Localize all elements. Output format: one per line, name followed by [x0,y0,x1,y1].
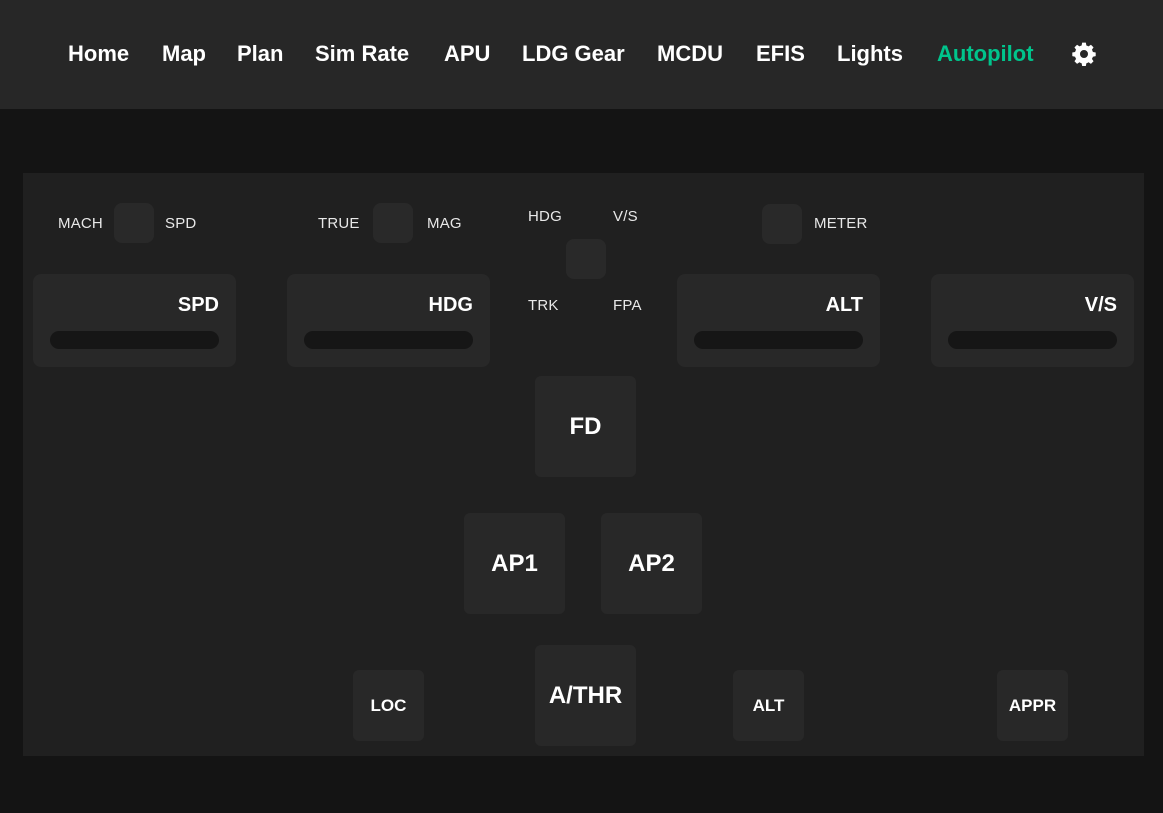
hdg-mode-label: HDG [528,208,562,225]
hdg-vs-trk-fpa-toggle[interactable] [566,239,606,279]
ap2-button[interactable]: AP2 [601,513,702,614]
alt-knob-box: ALT [677,274,880,367]
appr-button[interactable]: APPR [997,670,1068,741]
nav-item-lights[interactable]: Lights [837,40,903,68]
meter-toggle[interactable] [762,204,802,244]
alt-knob-title: ALT [825,294,863,316]
athr-button[interactable]: A/THR [535,645,636,746]
vs-selector-bar[interactable] [948,331,1117,349]
nav-item-efis[interactable]: EFIS [756,40,805,68]
loc-button[interactable]: LOC [353,670,424,741]
gear-icon[interactable] [1071,41,1097,67]
spd-selector-bar[interactable] [50,331,219,349]
nav-item-home[interactable]: Home [68,40,129,68]
vs-knob-box: V/S [931,274,1134,367]
spd-knob-box: SPD [33,274,236,367]
spd-toggle-label: SPD [165,215,197,232]
nav-item-map[interactable]: Map [162,40,206,68]
nav-item-ldg-gear[interactable]: LDG Gear [522,40,625,68]
hdg-knob-title: HDG [428,294,473,316]
top-nav-bar: Home Map Plan Sim Rate APU LDG Gear MCDU… [0,0,1163,109]
vs-mode-label: V/S [613,208,638,225]
mach-label: MACH [58,215,103,232]
fd-button[interactable]: FD [535,376,636,477]
trk-mode-label: TRK [528,297,559,314]
autopilot-panel: MACH SPD TRUE MAG HDG V/S TRK FPA METER … [23,173,1144,756]
ap1-button[interactable]: AP1 [464,513,565,614]
nav-item-mcdu[interactable]: MCDU [657,40,723,68]
nav-item-autopilot[interactable]: Autopilot [937,40,1034,68]
alt-selector-bar[interactable] [694,331,863,349]
vs-knob-title: V/S [1084,294,1117,316]
nav-item-sim-rate[interactable]: Sim Rate [315,40,409,68]
true-mag-toggle[interactable] [373,203,413,243]
alt-mode-button[interactable]: ALT [733,670,804,741]
hdg-selector-bar[interactable] [304,331,473,349]
spd-knob-title: SPD [177,294,219,316]
mag-label: MAG [427,215,462,232]
nav-item-apu[interactable]: APU [444,40,490,68]
nav-item-plan[interactable]: Plan [237,40,283,68]
hdg-knob-box: HDG [287,274,490,367]
meter-label: METER [814,215,868,232]
true-label: TRUE [318,215,360,232]
fpa-mode-label: FPA [613,297,642,314]
mach-spd-toggle[interactable] [114,203,154,243]
